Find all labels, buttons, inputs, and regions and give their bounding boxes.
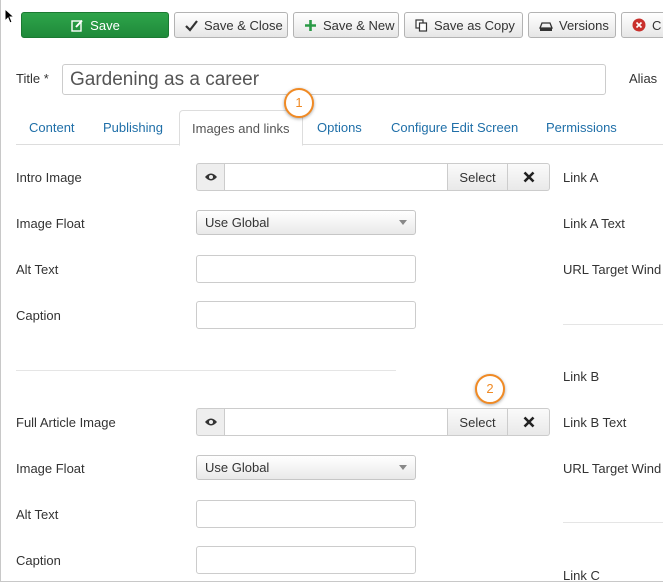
link-b-target-label: URL Target Wind [563, 461, 662, 476]
full-caption-input[interactable] [196, 546, 416, 574]
full-article-image-input[interactable] [224, 408, 447, 436]
preview-eye-icon[interactable] [196, 163, 224, 191]
link-a-text-label: Link A Text [563, 216, 625, 231]
link-c-label: Link C [563, 568, 600, 583]
tab-permissions[interactable]: Permissions [534, 110, 629, 145]
chevron-down-icon [399, 465, 407, 470]
tab-bar: Content Publishing Images and links Opti… [16, 110, 663, 146]
alias-label: Alias [629, 71, 658, 86]
intro-alt-text-label: Alt Text [16, 262, 59, 277]
intro-image-field: Select [196, 163, 550, 191]
tab-configure-edit-screen[interactable]: Configure Edit Screen [379, 110, 530, 145]
intro-image-float-select[interactable]: Use Global [196, 210, 416, 235]
callout-marker-2: 2 [475, 374, 505, 404]
intro-caption-input[interactable] [196, 301, 416, 329]
toolbar: Save Save & Close Save & New Save as Cop… [21, 12, 663, 38]
callout-marker-1: 1 [284, 88, 314, 118]
title-input[interactable] [62, 64, 606, 95]
link-a-target-label: URL Target Wind [563, 262, 662, 277]
full-alt-text-input[interactable] [196, 500, 416, 528]
intro-image-label: Intro Image [16, 170, 82, 185]
full-article-image-select-button[interactable]: Select [447, 408, 508, 436]
full-alt-text-label: Alt Text [16, 507, 59, 522]
intro-image-float-value: Use Global [205, 215, 270, 230]
save-new-label: Save & New [323, 17, 395, 33]
save-button[interactable]: Save [21, 12, 169, 38]
section-divider [16, 370, 396, 371]
close-circle-icon [632, 18, 646, 32]
link-b-label: Link B [563, 369, 600, 384]
clear-x-icon [523, 416, 534, 428]
tab-options[interactable]: Options [305, 110, 374, 145]
tab-publishing[interactable]: Publishing [91, 110, 175, 145]
full-article-image-clear-button[interactable] [508, 408, 550, 436]
mouse-cursor-icon [4, 8, 16, 24]
full-caption-label: Caption [16, 553, 61, 568]
edit-icon [70, 18, 84, 32]
copy-icon [415, 18, 428, 32]
intro-image-clear-button[interactable] [508, 163, 550, 191]
link-a-label: Link A [563, 170, 599, 185]
intro-image-input[interactable] [224, 163, 447, 191]
title-label: Title * [16, 71, 49, 86]
link-divider [563, 522, 663, 523]
close-label: C [652, 17, 662, 33]
clear-x-icon [523, 171, 534, 183]
versions-label: Versions [559, 17, 609, 33]
link-b-text-label: Link B Text [563, 415, 627, 430]
check-icon [185, 18, 198, 32]
chevron-down-icon [399, 220, 407, 225]
tab-content[interactable]: Content [17, 110, 87, 145]
versions-icon [539, 18, 553, 32]
full-image-float-label: Image Float [16, 461, 85, 476]
intro-image-select-button[interactable]: Select [447, 163, 508, 191]
save-close-label: Save & Close [204, 17, 283, 33]
tab-images-and-links[interactable]: Images and links [179, 110, 303, 146]
save-as-copy-button[interactable]: Save as Copy [404, 12, 523, 38]
full-article-image-label: Full Article Image [16, 415, 116, 430]
close-button[interactable]: C [621, 12, 663, 38]
versions-button[interactable]: Versions [528, 12, 616, 38]
save-close-button[interactable]: Save & Close [174, 12, 288, 38]
full-article-image-field: Select [196, 408, 550, 436]
save-as-copy-label: Save as Copy [434, 17, 515, 33]
full-image-float-value: Use Global [205, 460, 270, 475]
preview-eye-icon[interactable] [196, 408, 224, 436]
save-label: Save [90, 17, 120, 33]
intro-image-float-label: Image Float [16, 216, 85, 231]
save-new-button[interactable]: Save & New [293, 12, 399, 38]
full-image-float-select[interactable]: Use Global [196, 455, 416, 480]
plus-icon [304, 18, 317, 32]
intro-alt-text-input[interactable] [196, 255, 416, 283]
link-divider [563, 324, 663, 325]
intro-caption-label: Caption [16, 308, 61, 323]
